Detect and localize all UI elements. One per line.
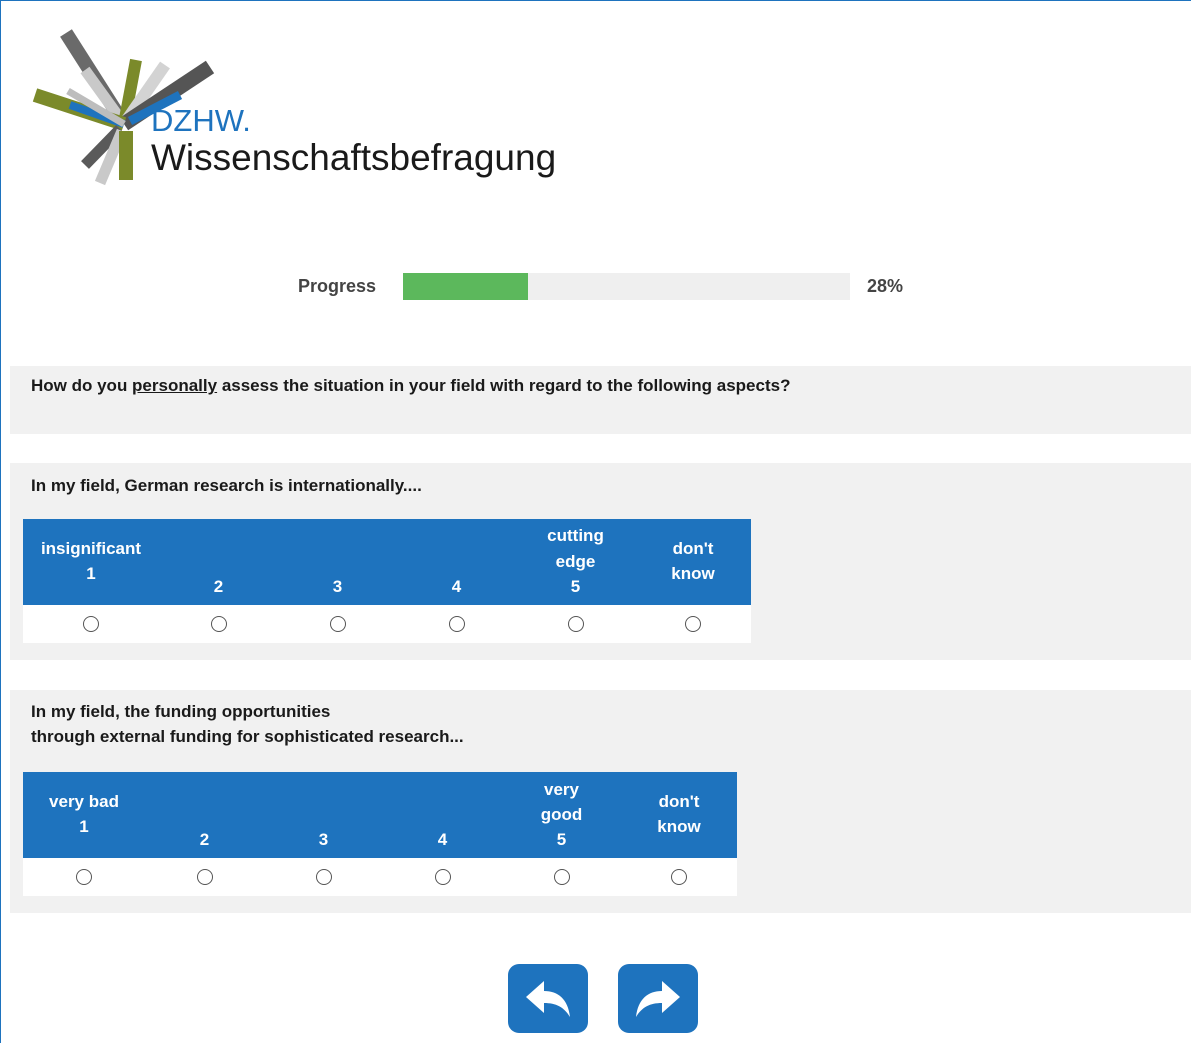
scale-radio-row <box>23 605 751 643</box>
radio-option-3[interactable] <box>315 869 332 885</box>
scale-label-line: 5 <box>570 577 581 596</box>
scale-label-line: 3 <box>332 577 343 596</box>
forward-button[interactable] <box>618 964 698 1033</box>
progress-percent: 28% <box>867 276 904 296</box>
scale-label-line: know <box>671 564 715 583</box>
radio-option-2[interactable] <box>196 869 213 885</box>
radio-cell <box>23 858 145 896</box>
radio-option-5[interactable] <box>567 616 584 632</box>
redo-arrow-icon <box>636 980 680 1017</box>
radio-option-1[interactable] <box>76 869 92 885</box>
radio-cell <box>635 605 751 643</box>
scale-option-2-label: 2 <box>145 772 264 858</box>
question-item-2: In my field, the funding opportunities t… <box>10 690 1191 913</box>
scale-label-line: 4 <box>437 830 448 849</box>
radio-option-4[interactable] <box>434 869 451 885</box>
rating-scale-2: very bad 1 2 3 4 very good 5 don't know <box>23 772 737 896</box>
scale-label-line: 1 <box>79 817 89 836</box>
question-suffix: assess the situation in your field with … <box>217 376 791 395</box>
progress-label: Progress <box>298 276 377 296</box>
question-text: How do you personally assess the situati… <box>31 376 790 396</box>
scale-option-4-label: 4 <box>383 772 502 858</box>
scale-option-1-label: very bad 1 <box>23 772 145 858</box>
dzhw-logo: DZHW. Wissenschaftsbefragung <box>30 25 590 190</box>
scale-option-3-label: 3 <box>278 519 397 605</box>
item-text-line: through external funding for sophisticat… <box>31 727 464 746</box>
scale-option-5-label: very good 5 <box>502 772 621 858</box>
radio-option-5[interactable] <box>553 869 570 885</box>
scale-label-line: 2 <box>213 577 224 596</box>
rating-scale-1: insignificant 1 2 3 4 cutting edge 5 don… <box>23 519 751 643</box>
back-button[interactable] <box>508 964 588 1033</box>
scale-label-line: 1 <box>86 564 96 583</box>
scale-label-line: very bad <box>49 792 119 811</box>
scale-option-1-label: insignificant 1 <box>23 519 159 605</box>
radio-cell <box>159 605 278 643</box>
scale-label-line: good <box>540 805 583 824</box>
question-item-1: In my field, German research is internat… <box>10 463 1191 660</box>
scale-label-line: 4 <box>451 577 462 596</box>
scale-label-line: 5 <box>556 830 567 849</box>
scale-radio-row <box>23 858 737 896</box>
radio-dont-know[interactable] <box>685 616 701 632</box>
scale-label-line: 3 <box>318 830 329 849</box>
scale-label-line: don't <box>672 539 714 558</box>
scale-option-5-label: cutting edge 5 <box>516 519 635 605</box>
radio-cell <box>264 858 383 896</box>
radio-cell <box>502 858 621 896</box>
radio-cell <box>397 605 516 643</box>
scale-label-line: know <box>657 817 701 836</box>
radio-option-2[interactable] <box>210 616 227 632</box>
radio-cell <box>145 858 264 896</box>
question-prefix: How do you <box>31 376 133 395</box>
scale-label-line: 2 <box>199 830 210 849</box>
scale-label-line: don't <box>658 792 700 811</box>
radio-cell <box>516 605 635 643</box>
scale-option-4-label: 4 <box>397 519 516 605</box>
scale-label-line: cutting <box>547 526 604 545</box>
scale-header: insignificant 1 2 3 4 cutting edge 5 don… <box>23 519 751 605</box>
radio-cell <box>383 858 502 896</box>
radio-cell <box>23 605 159 643</box>
question-header: How do you personally assess the situati… <box>10 366 1191 434</box>
item-text-line: In my field, German research is internat… <box>31 476 422 495</box>
logo-org: DZHW. <box>151 103 251 138</box>
item-2-text: In my field, the funding opportunities t… <box>31 699 464 749</box>
radio-option-3[interactable] <box>329 616 346 632</box>
item-1-text: In my field, German research is internat… <box>31 473 422 498</box>
progress-fill <box>403 273 529 300</box>
item-text-line: In my field, the funding opportunities <box>31 702 331 721</box>
undo-arrow-icon <box>526 980 570 1017</box>
scale-label-line: edge <box>555 552 596 571</box>
radio-dont-know[interactable] <box>671 869 687 885</box>
scale-header: very bad 1 2 3 4 very good 5 don't know <box>23 772 737 858</box>
scale-dont-know-label: don't know <box>635 519 751 605</box>
scale-option-2-label: 2 <box>159 519 278 605</box>
radio-option-1[interactable] <box>83 616 99 632</box>
scale-label-line: insignificant <box>40 539 142 558</box>
radio-option-4[interactable] <box>448 616 465 632</box>
radio-cell <box>278 605 397 643</box>
scale-label-line: very <box>544 780 579 799</box>
question-emphasis: personally <box>132 376 218 395</box>
radio-cell <box>621 858 737 896</box>
scale-option-3-label: 3 <box>264 772 383 858</box>
logo-name: Wissenschaftsbefragung <box>151 137 557 178</box>
scale-dont-know-label: don't know <box>621 772 737 858</box>
progress-bar <box>403 273 850 300</box>
